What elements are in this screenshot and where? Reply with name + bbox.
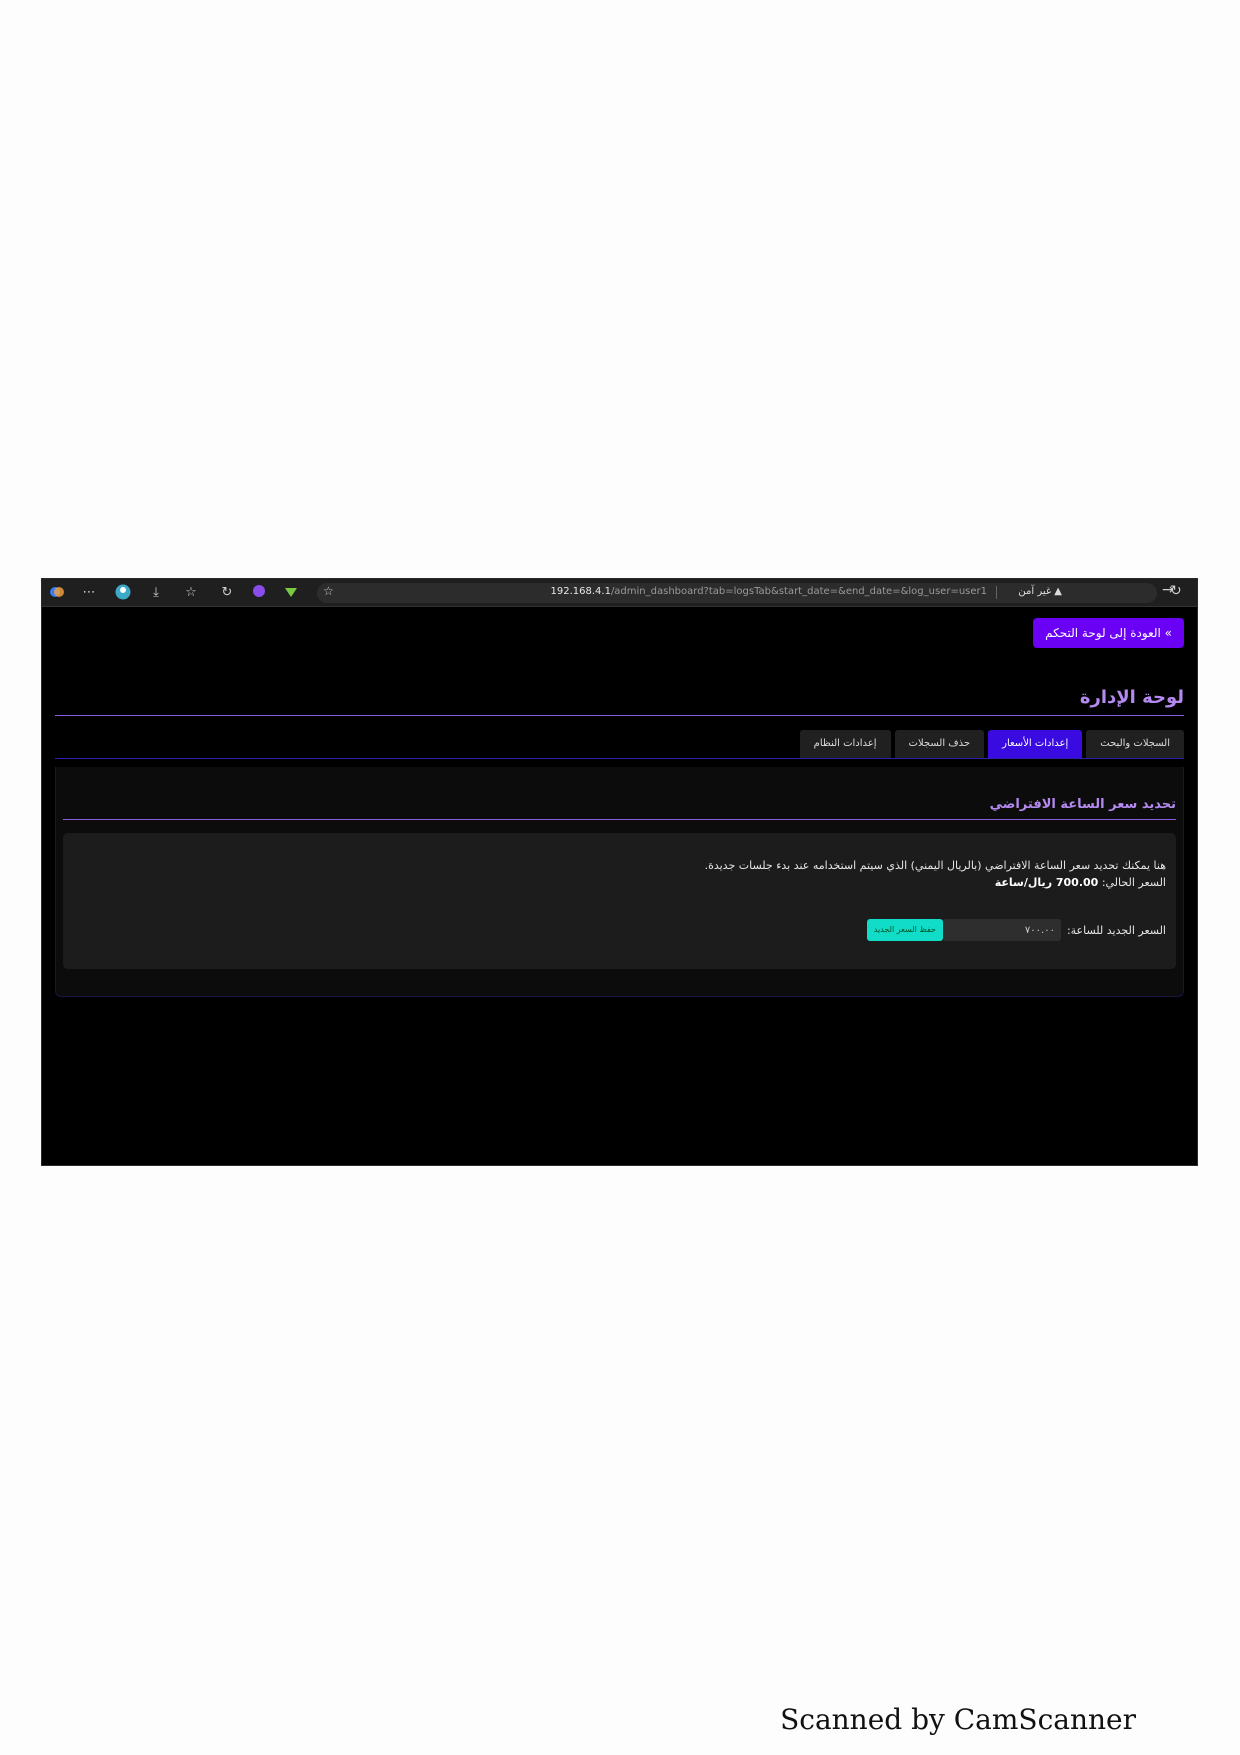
save-price-button[interactable]: حفظ السعر الجديد	[866, 919, 943, 941]
more-options-icon[interactable]: ⋯	[80, 584, 98, 602]
back-to-dashboard-button[interactable]: » العودة إلى لوحة التحكم	[1033, 618, 1184, 648]
price-description: هنا يمكنك تحديد سعر الساعة الافتراضي (با…	[704, 859, 1166, 872]
url-host: 192.168.4.1	[550, 586, 611, 597]
browser-screenshot: ⋯ ⤓ ☆ ↻ ☆ 192.168.4.1/admin_dashboard?ta…	[41, 578, 1198, 1166]
favorites-icon[interactable]: ☆	[182, 584, 200, 602]
tab-delete-logs[interactable]: حذف السجلات	[894, 730, 985, 758]
security-label: غير آمن	[1018, 586, 1052, 597]
address-bar[interactable]: ☆ 192.168.4.1/admin_dashboard?tab=logsTa…	[317, 583, 1157, 603]
section-divider	[63, 819, 1176, 820]
tab-logs-search[interactable]: السجلات والبحث	[1086, 730, 1184, 758]
tab-bar: السجلات والبحث إعدادات الأسعار حذف السجل…	[799, 730, 1184, 758]
address-separator	[996, 586, 997, 599]
extensions-icon[interactable]: ↻	[218, 584, 236, 602]
tabs-divider	[55, 758, 1184, 759]
price-card: هنا يمكنك تحديد سعر الساعة الافتراضي (با…	[63, 833, 1176, 969]
copilot-icon[interactable]	[48, 584, 66, 602]
extension-purple-icon[interactable]	[250, 584, 268, 602]
forward-icon[interactable]: →	[1162, 582, 1174, 598]
page-title: لوحة الإدارة	[1079, 687, 1184, 708]
title-divider	[55, 715, 1184, 716]
profile-avatar-icon[interactable]	[114, 584, 132, 602]
address-url[interactable]: 192.168.4.1/admin_dashboard?tab=logsTab&…	[551, 586, 988, 597]
current-price-label: السعر الحالي:	[1101, 876, 1166, 889]
tab-price-settings[interactable]: إعدادات الأسعار	[988, 730, 1083, 758]
current-price-value: 700.00 ريال/ساعة	[994, 876, 1099, 889]
bookmark-star-icon[interactable]: ☆	[323, 584, 334, 598]
url-path: /admin_dashboard?tab=logsTab&start_date=…	[610, 586, 987, 597]
scanner-watermark: Scanned by CamScanner	[780, 1703, 1136, 1736]
new-price-form: السعر الجديد للساعة: حفظ السعر الجديد	[866, 919, 1166, 941]
security-indicator[interactable]: غير آمن ▲	[1018, 586, 1062, 597]
browser-toolbar: ⋯ ⤓ ☆ ↻ ☆ 192.168.4.1/admin_dashboard?ta…	[42, 579, 1197, 607]
admin-page: » العودة إلى لوحة التحكم لوحة الإدارة ال…	[42, 607, 1197, 1165]
extension-green-icon[interactable]	[282, 584, 300, 602]
downloads-icon[interactable]: ⤓	[147, 584, 165, 602]
tab-system-settings[interactable]: إعدادات النظام	[799, 730, 891, 758]
current-price: السعر الحالي: 700.00 ريال/ساعة	[995, 876, 1166, 889]
new-price-label: السعر الجديد للساعة:	[1066, 923, 1166, 937]
section-title: تحديد سعر الساعة الافتراضي	[989, 797, 1176, 812]
price-settings-panel: تحديد سعر الساعة الافتراضي هنا يمكنك تحد…	[55, 767, 1184, 997]
new-price-input[interactable]	[942, 919, 1061, 941]
